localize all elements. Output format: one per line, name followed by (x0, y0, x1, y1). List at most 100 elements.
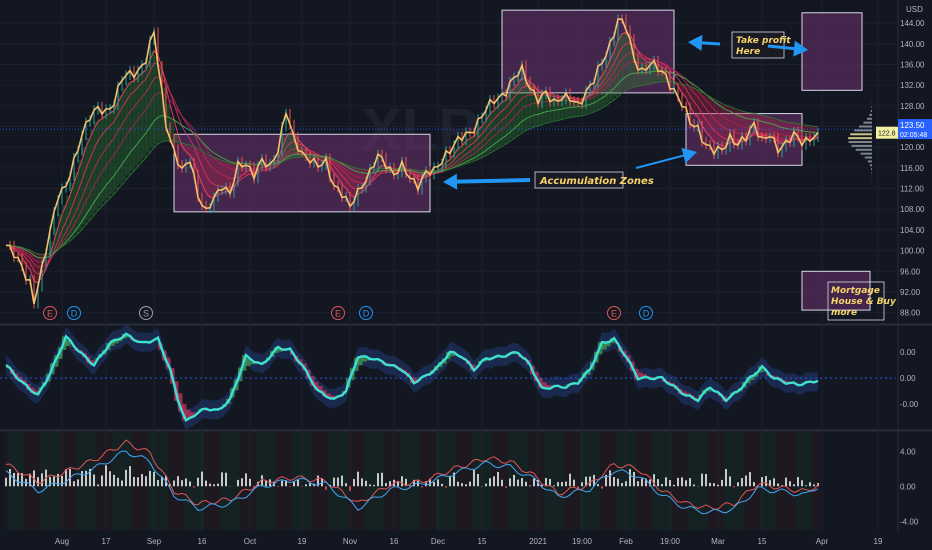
momentum-background-stripe (736, 432, 740, 530)
x-tick-label: 19 (874, 537, 883, 546)
volume-profile-bar (848, 137, 872, 140)
momentum-background-stripe (716, 432, 720, 530)
x-tick-label: Sep (147, 537, 162, 546)
event-marker-letter: S (143, 309, 149, 319)
momentum-background-stripe (460, 432, 464, 530)
momentum-background-stripe (192, 432, 196, 530)
volume-profile-bar (854, 129, 872, 132)
momentum-background-stripe (540, 432, 544, 530)
momentum-background-stripe (624, 432, 628, 530)
x-tick-label: 16 (198, 537, 207, 546)
momentum-background-stripe (300, 432, 304, 530)
y-tick-label: 92.00 (900, 288, 921, 297)
ribbon-cloud-segment (678, 83, 683, 93)
ribbon-cloud-segment (350, 167, 355, 197)
take-profit-label: Take profit (736, 36, 791, 46)
momentum-background-stripe (804, 432, 808, 530)
mortgage-label: Mortgage (831, 286, 880, 296)
y-tick-label: 144.00 (900, 19, 925, 28)
y-tick-label: 128.00 (900, 102, 925, 111)
momentum-background-stripe (464, 432, 468, 530)
y-tick-label: 96.00 (900, 267, 921, 276)
volume-profile-bar (870, 110, 872, 112)
x-tick-label: 17 (102, 537, 111, 546)
y-tick-label: 112.00 (900, 185, 924, 194)
momentum-background-stripe (560, 432, 564, 530)
momentum-background-stripe (504, 432, 508, 530)
momentum-background-stripe (468, 432, 472, 530)
event-marker-letter: E (611, 309, 617, 319)
y-tick-label: 104.00 (900, 226, 925, 235)
momentum-background-stripe (660, 432, 664, 530)
oscillator-y-tick-label: 0.00 (900, 374, 916, 383)
y-tick-label: 140.00 (900, 40, 925, 49)
accumulation-zones-label: Accumulation Zones (539, 176, 654, 187)
volume-profile-bar (869, 113, 872, 116)
momentum-background-stripe (348, 432, 352, 530)
y-tick-label: 136.00 (900, 60, 925, 69)
x-tick-label: 2021 (529, 537, 547, 546)
y-tick-label: 100.00 (900, 247, 925, 256)
momentum-background-stripe (752, 432, 756, 530)
momentum-background-stripe (556, 432, 560, 530)
momentum-background-stripe (440, 432, 444, 530)
momentum-background-stripe (212, 432, 216, 530)
momentum-background-stripe (188, 432, 192, 530)
x-tick-label: Feb (619, 537, 633, 546)
volume-profile-bar (867, 160, 872, 163)
volume-profile-bar (848, 141, 872, 144)
ribbon-cloud-segment (758, 115, 763, 135)
x-tick-label: Oct (244, 537, 257, 546)
momentum-background-stripe (424, 432, 428, 530)
oscillator-fill-segment (186, 409, 191, 418)
event-marker-letter: E (47, 309, 53, 319)
momentum-background-stripe (344, 432, 348, 530)
last-price-label: 123.50 (900, 121, 925, 130)
x-tick-label: 19 (298, 537, 307, 546)
momentum-background-stripe (708, 432, 712, 530)
momentum-background-stripe (480, 432, 484, 530)
volume-profile-bar (863, 121, 872, 124)
y-tick-label: 108.00 (900, 205, 925, 214)
momentum-background-stripe (444, 432, 448, 530)
event-marker-letter: D (71, 309, 78, 319)
momentum-background-stripe (636, 432, 640, 530)
event-marker-letter: D (363, 309, 370, 319)
momentum-panel (4, 432, 820, 530)
ribbon-cloud-segment (210, 157, 215, 198)
momentum-background-stripe (576, 432, 580, 530)
momentum-background-stripe (228, 432, 232, 530)
currency-label: USD (906, 5, 923, 14)
momentum-y-tick-label: 0.00 (900, 482, 916, 491)
mortgage-label: House & Buy (831, 297, 897, 307)
momentum-background-stripe (208, 432, 212, 530)
momentum-background-stripe (780, 432, 784, 530)
annotation-arrow-shaft (456, 178, 531, 184)
volume-profile-bar (871, 168, 872, 171)
momentum-background-stripe (252, 432, 256, 530)
momentum-background-stripe (72, 432, 76, 530)
momentum-background-stripe (368, 432, 372, 530)
volume-profile-bar (869, 164, 872, 167)
momentum-background-stripe (384, 432, 388, 530)
mortgage-label: more (831, 308, 857, 318)
momentum-background-stripe (528, 432, 532, 530)
momentum-background-stripe (672, 432, 676, 530)
momentum-background-stripe (620, 432, 624, 530)
volume-profile-bar (851, 144, 872, 147)
x-tick-label: Mar (711, 537, 725, 546)
x-tick-label: Apr (816, 537, 829, 546)
x-tick-label: 19:00 (572, 537, 593, 546)
momentum-background-stripe (564, 432, 568, 530)
momentum-background-stripe (788, 432, 792, 530)
momentum-background-stripe (816, 432, 820, 530)
oscillator-y-tick-label: -0.00 (900, 400, 919, 409)
y-tick-label: 120.00 (900, 143, 925, 152)
momentum-y-tick-label: 4.00 (900, 447, 916, 456)
annotation-arrow-shaft (701, 41, 721, 46)
event-marker-letter: D (643, 309, 650, 319)
momentum-background-stripe (256, 432, 260, 530)
ribbon-cloud-segment (466, 138, 471, 163)
momentum-background-stripe (732, 432, 736, 530)
x-tick-label: 15 (758, 537, 767, 546)
